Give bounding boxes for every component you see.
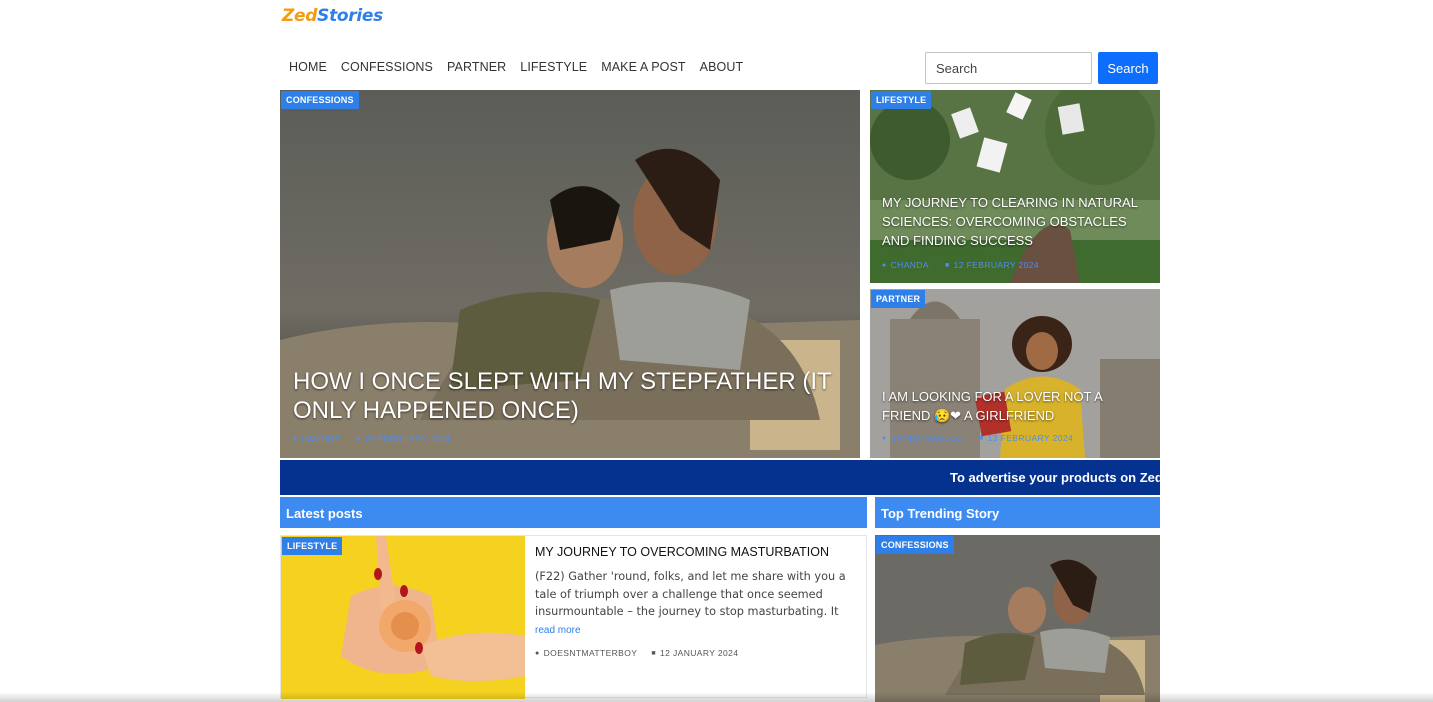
side-post-title[interactable]: I AM LOOKING FOR A LOVER NOT A FRIEND 😥❤… — [882, 387, 1152, 425]
logo-part-zed: Zed — [282, 6, 318, 26]
side-post-meta: ● CHANDA ■ 12 FEBRUARY 2024 — [882, 260, 1039, 270]
nav-lifestyle[interactable]: LIFESTYLE — [512, 60, 593, 74]
user-icon: ● — [293, 435, 298, 443]
calendar-icon: ■ — [978, 434, 984, 442]
nav-make-a-post[interactable]: MAKE A POST — [593, 60, 691, 74]
category-badge[interactable]: PARTNER — [871, 290, 926, 308]
nav-confessions[interactable]: CONFESSIONS — [333, 60, 439, 74]
search-input[interactable] — [925, 52, 1092, 84]
nav-partner[interactable]: PARTNER — [439, 60, 512, 74]
post-author: DOESNTMATTERBOY — [543, 648, 638, 658]
featured-post-card[interactable]: CONFESSIONS HOW I ONCE SLEPT WITH MY STE… — [280, 90, 860, 458]
featured-post-meta: ● IMAGINE ■ 23 FEBRUARY 2024 — [293, 434, 450, 444]
post-thumbnail — [281, 536, 525, 699]
side-post-image — [870, 90, 1160, 283]
post-author: IMAGINE — [301, 434, 341, 444]
category-badge[interactable]: CONFESSIONS — [281, 91, 359, 109]
post-date: 23 FEBRUARY 2024 — [364, 434, 451, 444]
category-badge[interactable]: LIFESTYLE — [871, 91, 932, 109]
post-date: 13 FEBRUARY 2024 — [987, 433, 1074, 443]
top-trending-heading: Top Trending Story — [875, 497, 1160, 528]
nav-about[interactable]: ABOUT — [692, 60, 750, 74]
latest-posts-heading: Latest posts — [280, 497, 867, 528]
latest-post-title[interactable]: MY JOURNEY TO OVERCOMING MASTURBATION — [535, 545, 855, 559]
post-date: 12 FEBRUARY 2024 — [953, 260, 1040, 270]
category-badge[interactable]: CONFESSIONS — [876, 536, 954, 554]
side-post-card[interactable]: PARTNER I AM LOOKING FOR A LOVER NOT A F… — [870, 289, 1160, 458]
user-icon: ● — [882, 261, 887, 269]
latest-post-excerpt: (F22) Gather 'round, folks, and let me s… — [535, 570, 846, 618]
advertise-marquee[interactable]: To advertise your products on ZedS — [280, 460, 1160, 495]
logo-part-stories: Stories — [317, 6, 383, 26]
site-logo[interactable]: ZedStories — [282, 6, 383, 26]
post-author: BANDA MADULO — [890, 433, 963, 443]
side-post-meta: ● BANDA MADULO ■ 13 FEBRUARY 2024 — [882, 433, 1073, 443]
latest-post-meta: ● DOESNTMATTERBOY ■ 12 JANUARY 2024 — [535, 648, 738, 658]
bottom-shadow — [0, 692, 1433, 702]
user-icon: ● — [535, 649, 540, 657]
trending-post-image — [875, 535, 1160, 702]
nav-home[interactable]: HOME — [281, 60, 333, 74]
read-more-link[interactable]: read more — [535, 625, 581, 636]
category-badge[interactable]: LIFESTYLE — [282, 537, 343, 555]
search-button[interactable]: Search — [1098, 52, 1158, 84]
post-date: 12 JANUARY 2024 — [659, 648, 739, 658]
latest-post-card[interactable]: LIFESTYLE MY JOURNEY TO OVERCOMING MASTU… — [280, 535, 867, 699]
user-icon: ● — [882, 434, 887, 442]
main-nav: HOME CONFESSIONS PARTNER LIFESTYLE MAKE … — [281, 52, 749, 82]
side-post-card[interactable]: LIFESTYLE MY JOURNEY TO CLEARING IN NATU… — [870, 90, 1160, 283]
calendar-icon: ■ — [651, 649, 656, 657]
side-post-title[interactable]: MY JOURNEY TO CLEARING IN NATURAL SCIENC… — [882, 193, 1152, 250]
calendar-icon: ■ — [356, 435, 361, 443]
post-author: CHANDA — [890, 260, 929, 270]
latest-post-image[interactable]: LIFESTYLE — [281, 536, 525, 699]
calendar-icon: ■ — [944, 261, 950, 269]
advertise-text: To advertise your products on ZedS — [950, 470, 1160, 485]
trending-post-card[interactable]: CONFESSIONS — [875, 535, 1160, 702]
featured-post-title[interactable]: HOW I ONCE SLEPT WITH MY STEPFATHER (IT … — [293, 367, 853, 425]
